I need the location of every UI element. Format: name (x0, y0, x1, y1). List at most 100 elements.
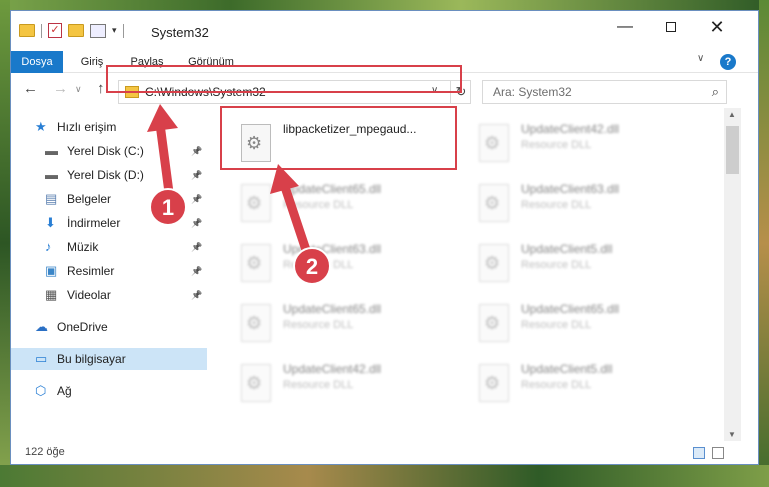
status-bar: 122 öğe (11, 441, 758, 464)
pin-icon[interactable]: 📌 (191, 284, 202, 306)
pin-icon[interactable]: 📌 (191, 212, 202, 234)
search-icon[interactable]: ⌕ (712, 84, 719, 100)
toolbar-divider (41, 23, 42, 38)
sidebar-item-bu-bilgisayar[interactable]: ▭ Bu bilgisayar (11, 348, 207, 370)
dll-file-icon (479, 244, 509, 282)
drive-icon: ▬ (45, 167, 58, 182)
minimize-button[interactable]: — (602, 11, 648, 43)
sidebar-item-i-ndirmeler[interactable]: ⬇ İndirmeler 📌 (11, 212, 207, 234)
file-type: Resource DLL (283, 199, 354, 211)
drive-icon: ▬ (45, 143, 58, 158)
dll-file-icon (479, 124, 509, 162)
tab-file[interactable]: Dosya (11, 51, 63, 73)
file-type: Resource DLL (521, 199, 592, 211)
file-type: Resource DLL (283, 319, 354, 331)
sidebar-item-label: Yerel Disk (C:) (67, 144, 144, 158)
pin-icon[interactable]: 📌 (191, 260, 202, 282)
scrollbar-thumb[interactable] (726, 126, 739, 174)
dll-file-icon (479, 184, 509, 222)
large-icons-view-icon[interactable] (712, 447, 724, 459)
videos-icon: ▦ (45, 287, 58, 302)
file-name: UpdateClient42.dll (521, 122, 620, 136)
properties-icon[interactable] (90, 23, 106, 38)
dll-file-icon (479, 304, 509, 342)
customize-toolbar-chevron-icon[interactable]: ▾ (112, 25, 117, 36)
sidebar-item-resimler[interactable]: ▣ Resimler 📌 (11, 260, 207, 282)
sidebar-item-label: Resimler (67, 264, 115, 278)
file-item[interactable]: UpdateClient63.dll Resource DLL (231, 236, 461, 292)
pin-icon[interactable]: 📌 (191, 236, 202, 258)
file-type: Resource DLL (283, 259, 354, 271)
file-item[interactable]: UpdateClient65.dll Resource DLL (469, 296, 699, 352)
file-item[interactable]: UpdateClient63.dll Resource DLL (469, 176, 699, 232)
title-bar: ✓ ▾ System32 — ✕ (11, 11, 758, 51)
file-name: UpdateClient63.dll (521, 182, 620, 196)
documents-icon: ▤ (45, 191, 58, 206)
desktop-wallpaper-bottom (0, 465, 769, 487)
properties-check-icon[interactable]: ✓ (48, 23, 62, 38)
file-item[interactable]: UpdateClient42.dll Resource DLL (231, 356, 461, 412)
sidebar-item-a[interactable]: ⬡ Ağ (11, 380, 207, 402)
file-type: Resource DLL (521, 139, 592, 151)
file-highlight (220, 106, 457, 170)
sidebar-item-h-zl-eri-im[interactable]: ★ Hızlı erişim (11, 116, 207, 138)
sidebar-item-label: Hızlı erişim (57, 120, 117, 134)
dll-file-icon (241, 364, 271, 402)
scroll-down-arrow-icon[interactable]: ▼ (728, 430, 736, 439)
new-folder-icon[interactable] (68, 24, 84, 37)
file-item[interactable]: UpdateClient65.dll Resource DLL (231, 176, 461, 232)
file-name: UpdateClient5.dll (521, 362, 613, 376)
star-icon: ★ (35, 119, 47, 134)
help-icon[interactable]: ? (720, 54, 736, 70)
details-view-icon[interactable] (693, 447, 705, 459)
desktop-wallpaper-right (759, 0, 769, 487)
sidebar-item-onedrive[interactable]: ☁ OneDrive (11, 316, 207, 338)
file-name: UpdateClient42.dll (283, 362, 382, 376)
sidebar-item-yerel-disk-c[interactable]: ▬ Yerel Disk (C:) 📌 (11, 140, 207, 162)
network-icon: ⬡ (35, 383, 47, 398)
computer-icon: ▭ (35, 351, 48, 366)
file-item[interactable]: UpdateClient5.dll Resource DLL (469, 356, 699, 412)
sidebar-item-label: Yerel Disk (D:) (67, 168, 144, 182)
sidebar-item-label: Ağ (57, 384, 72, 398)
sidebar-item-videolar[interactable]: ▦ Videolar 📌 (11, 284, 207, 306)
back-button[interactable]: ← (23, 80, 38, 97)
dll-file-icon (241, 304, 271, 342)
pin-icon[interactable]: 📌 (191, 164, 202, 186)
dll-file-icon (479, 364, 509, 402)
recent-locations-chevron-icon[interactable]: ∨ (75, 84, 82, 95)
up-button[interactable]: ↑ (97, 80, 105, 97)
file-type: Resource DLL (283, 379, 354, 391)
sidebar-item-label: Bu bilgisayar (57, 352, 126, 366)
file-item[interactable]: UpdateClient5.dll Resource DLL (469, 236, 699, 292)
sidebar-item-label: Müzik (67, 240, 99, 254)
forward-button[interactable]: → (53, 80, 68, 97)
address-bar-highlight (106, 65, 462, 93)
sidebar-item-belgeler[interactable]: ▤ Belgeler 📌 (11, 188, 207, 210)
file-item[interactable]: UpdateClient65.dll Resource DLL (231, 296, 461, 352)
search-input[interactable]: Ara: System32 ⌕ (482, 80, 727, 104)
sidebar-item-yerel-disk-d[interactable]: ▬ Yerel Disk (D:) 📌 (11, 164, 207, 186)
file-name: UpdateClient5.dll (521, 242, 613, 256)
close-button[interactable]: ✕ (694, 11, 740, 43)
file-type: Resource DLL (521, 259, 592, 271)
pin-icon[interactable]: 📌 (191, 188, 202, 210)
quick-access-toolbar: ✓ ▾ (19, 23, 124, 38)
file-item[interactable]: UpdateClient42.dll Resource DLL (469, 116, 699, 172)
scroll-up-arrow-icon[interactable]: ▲ (728, 110, 736, 119)
dll-file-icon (241, 184, 271, 222)
sidebar-item-m-zik[interactable]: ♪ Müzik 📌 (11, 236, 207, 258)
navigation-pane: ★ Hızlı erişim ▬ Yerel Disk (C:) 📌 ▬ Yerel Dis… (11, 108, 207, 441)
maximize-button[interactable] (648, 11, 694, 43)
toolbar-divider (122, 23, 124, 38)
sidebar-item-label: Videolar (67, 288, 111, 302)
vertical-scrollbar[interactable]: ▲ ▼ (724, 108, 741, 441)
file-name: UpdateClient63.dll (283, 242, 382, 256)
pin-icon[interactable]: 📌 (191, 140, 202, 162)
folder-icon[interactable] (19, 24, 35, 37)
item-count: 122 öğe (25, 446, 65, 458)
window-title: System32 (151, 25, 209, 40)
file-type: Resource DLL (521, 379, 592, 391)
file-name: UpdateClient65.dll (283, 302, 382, 316)
expand-ribbon-chevron-icon[interactable]: ∨ (697, 53, 704, 64)
